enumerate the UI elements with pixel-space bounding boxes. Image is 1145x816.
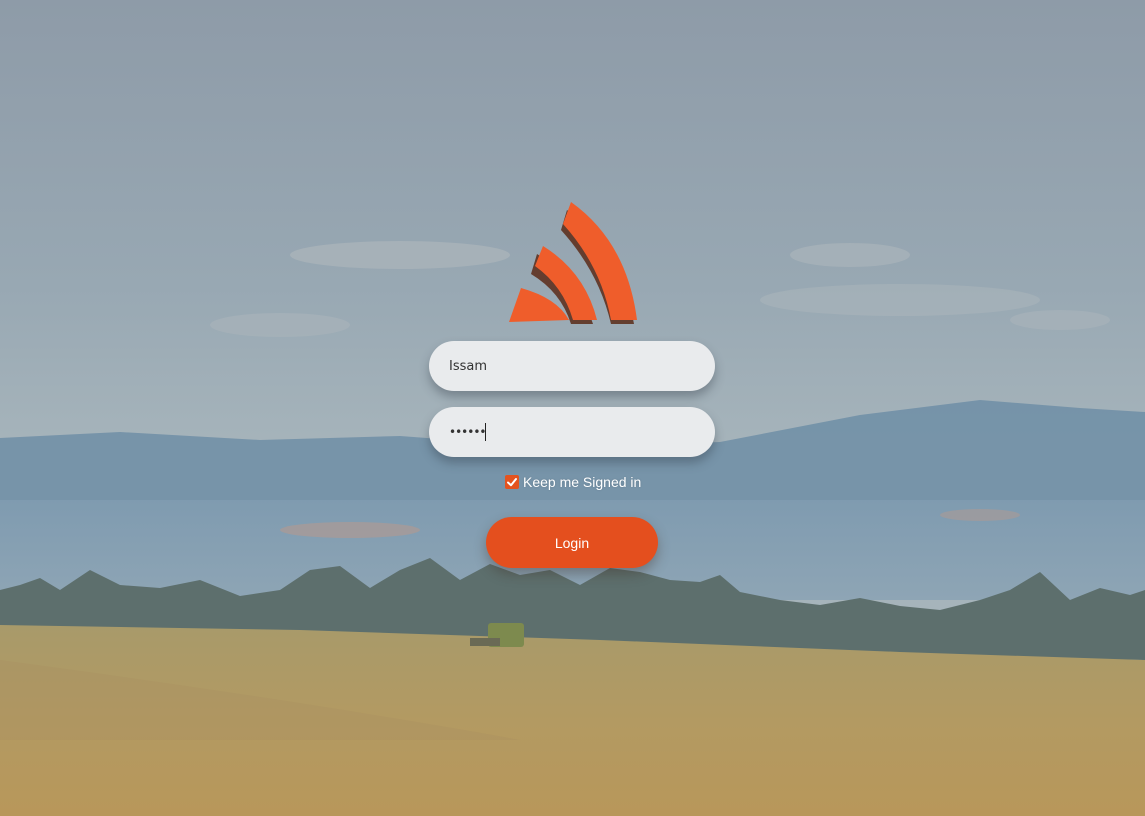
username-input[interactable] (449, 358, 695, 374)
keep-signed-in-checkbox[interactable]: Keep me Signed in (505, 474, 641, 490)
login-screen: •••••• Keep me Signed in Login (0, 0, 1145, 816)
orange-w-logo-icon (509, 202, 637, 324)
password-input[interactable]: •••••• (449, 425, 486, 439)
login-button[interactable]: Login (486, 517, 658, 568)
keep-signed-in-label: Keep me Signed in (523, 474, 642, 490)
text-caret (485, 423, 487, 441)
login-panel: •••••• Keep me Signed in Login (0, 0, 1145, 816)
username-field[interactable] (429, 341, 715, 391)
check-icon[interactable] (505, 475, 519, 489)
password-field[interactable]: •••••• (429, 407, 715, 457)
